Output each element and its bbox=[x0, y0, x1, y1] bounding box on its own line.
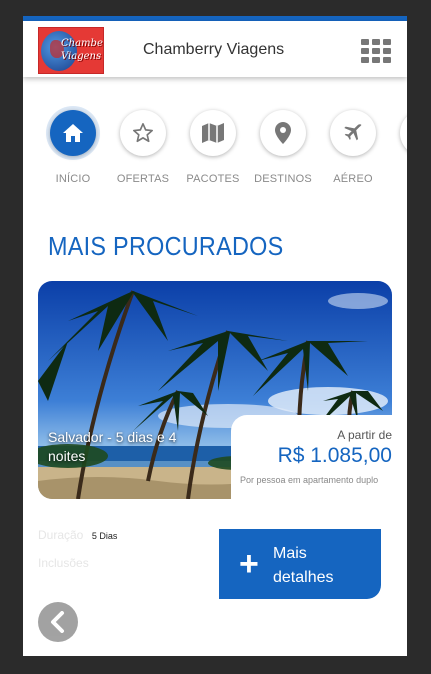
category-inicio[interactable]: INÍCIO bbox=[33, 101, 113, 185]
back-button[interactable] bbox=[38, 602, 78, 642]
package-caption: Salvador - 5 dias e 4 noites bbox=[48, 429, 177, 464]
more-details-label: Mais detalhes bbox=[273, 545, 334, 586]
price-box: A partir de R$ 1.085,00 Por pessoa em ap… bbox=[231, 415, 398, 510]
more-details-button[interactable]: + Mais detalhes bbox=[219, 529, 381, 599]
section-title: MAIS PROCURADOS bbox=[48, 231, 284, 261]
price-from-label: A partir de bbox=[337, 428, 392, 442]
logo-text-line2: Viagens bbox=[61, 51, 102, 62]
category-nav: INÍCIO OFERTAS PACOTES DESTINOS AÉREO bbox=[23, 101, 407, 196]
category-label: AÉREO bbox=[333, 173, 373, 185]
category-partial[interactable]: H bbox=[383, 101, 407, 185]
app-title: Chamberry Viagens bbox=[143, 41, 285, 58]
duration-value: 5 Dias bbox=[91, 531, 118, 541]
category-label: DESTINOS bbox=[254, 173, 312, 185]
category-ofertas[interactable]: OFERTAS bbox=[103, 101, 183, 185]
plus-icon: + bbox=[239, 545, 259, 583]
duration-label: Duração bbox=[38, 528, 84, 542]
apps-grid-icon[interactable] bbox=[361, 39, 393, 65]
star-icon bbox=[133, 123, 153, 143]
location-pin-icon bbox=[275, 122, 291, 144]
inclusions-row: Inclusões bbox=[38, 556, 95, 570]
category-label: OFERTAS bbox=[116, 173, 170, 185]
category-destinos[interactable]: DESTINOS bbox=[243, 101, 323, 185]
app-frame: Chamberry Viagens Chamberry Viagens INÍC… bbox=[23, 16, 407, 656]
price-note: Por pessoa em apartamento duplo bbox=[240, 475, 379, 485]
logo-text: Chamberry Viagens bbox=[61, 37, 103, 63]
duration-row: Duração 5 Dias bbox=[38, 528, 117, 542]
map-icon bbox=[202, 123, 224, 143]
home-icon bbox=[63, 124, 83, 142]
app-header: Chamberry Viagens Chamberry Viagens bbox=[23, 21, 407, 77]
chevron-left-icon bbox=[51, 611, 64, 633]
category-aereo[interactable]: AÉREO bbox=[313, 101, 393, 185]
brand-logo[interactable]: Chamberry Viagens bbox=[38, 27, 104, 74]
price-value: R$ 1.085,00 bbox=[277, 444, 392, 467]
category-label: H bbox=[383, 173, 407, 185]
airplane-icon bbox=[344, 124, 362, 141]
inclusions-label: Inclusões bbox=[38, 556, 89, 570]
logo-text-line1: Chamberry bbox=[61, 38, 103, 49]
category-pacotes[interactable]: PACOTES bbox=[173, 101, 253, 185]
category-label: INÍCIO bbox=[55, 173, 91, 185]
category-label: PACOTES bbox=[186, 173, 240, 185]
